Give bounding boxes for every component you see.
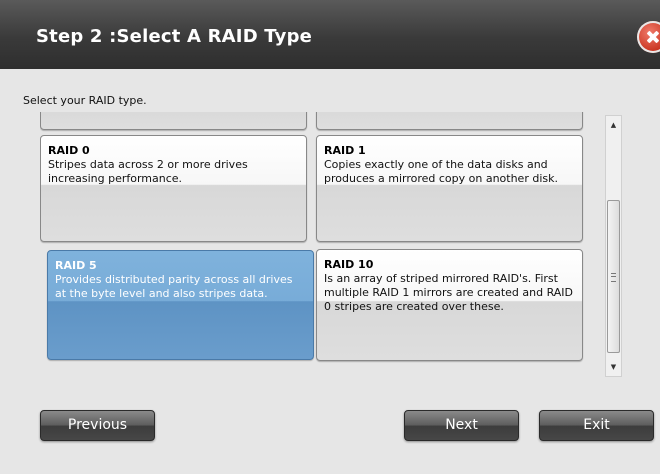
raid-option-name: RAID 0: [48, 144, 90, 157]
arrow-up-icon[interactable]: ▲: [606, 117, 621, 133]
raid-option-description: Provides distributed parity across all d…: [55, 273, 293, 300]
raid-option-raid5[interactable]: RAID 5 Provides distributed parity acros…: [47, 250, 314, 360]
raid-option-name: RAID 10: [324, 258, 374, 271]
raid-option-description: Stripes data across 2 or more drives inc…: [48, 158, 248, 185]
arrow-down-icon[interactable]: ▼: [606, 359, 621, 375]
scrollbar-thumb[interactable]: [607, 200, 620, 353]
grip-icon: [611, 273, 616, 282]
raid-option-partial-right[interactable]: [316, 112, 583, 130]
raid-list-scrollbar[interactable]: ▲ ▼: [605, 115, 622, 377]
previous-button[interactable]: Previous: [40, 410, 155, 441]
raid-option-raid0[interactable]: RAID 0 Stripes data across 2 or more dri…: [40, 135, 307, 242]
exit-button[interactable]: Exit: [539, 410, 654, 441]
raid-option-name: RAID 1: [324, 144, 366, 157]
raid-option-name: RAID 5: [55, 259, 97, 272]
raid-option-raid1[interactable]: RAID 1 Copies exactly one of the data di…: [316, 135, 583, 242]
raid-type-prompt: Select your RAID type.: [23, 94, 147, 107]
raid-option-raid10[interactable]: RAID 10 Is an array of striped mirrored …: [316, 249, 583, 361]
raid-option-description: Copies exactly one of the data disks and…: [324, 158, 558, 185]
raid-option-partial-left[interactable]: [40, 112, 307, 130]
raid-option-description: Is an array of striped mirrored RAID's. …: [324, 272, 574, 313]
dialog-title: Step 2 :Select A RAID Type: [36, 26, 313, 47]
next-button[interactable]: Next: [404, 410, 519, 441]
raid-type-list: RAID 0 Stripes data across 2 or more dri…: [40, 112, 600, 370]
